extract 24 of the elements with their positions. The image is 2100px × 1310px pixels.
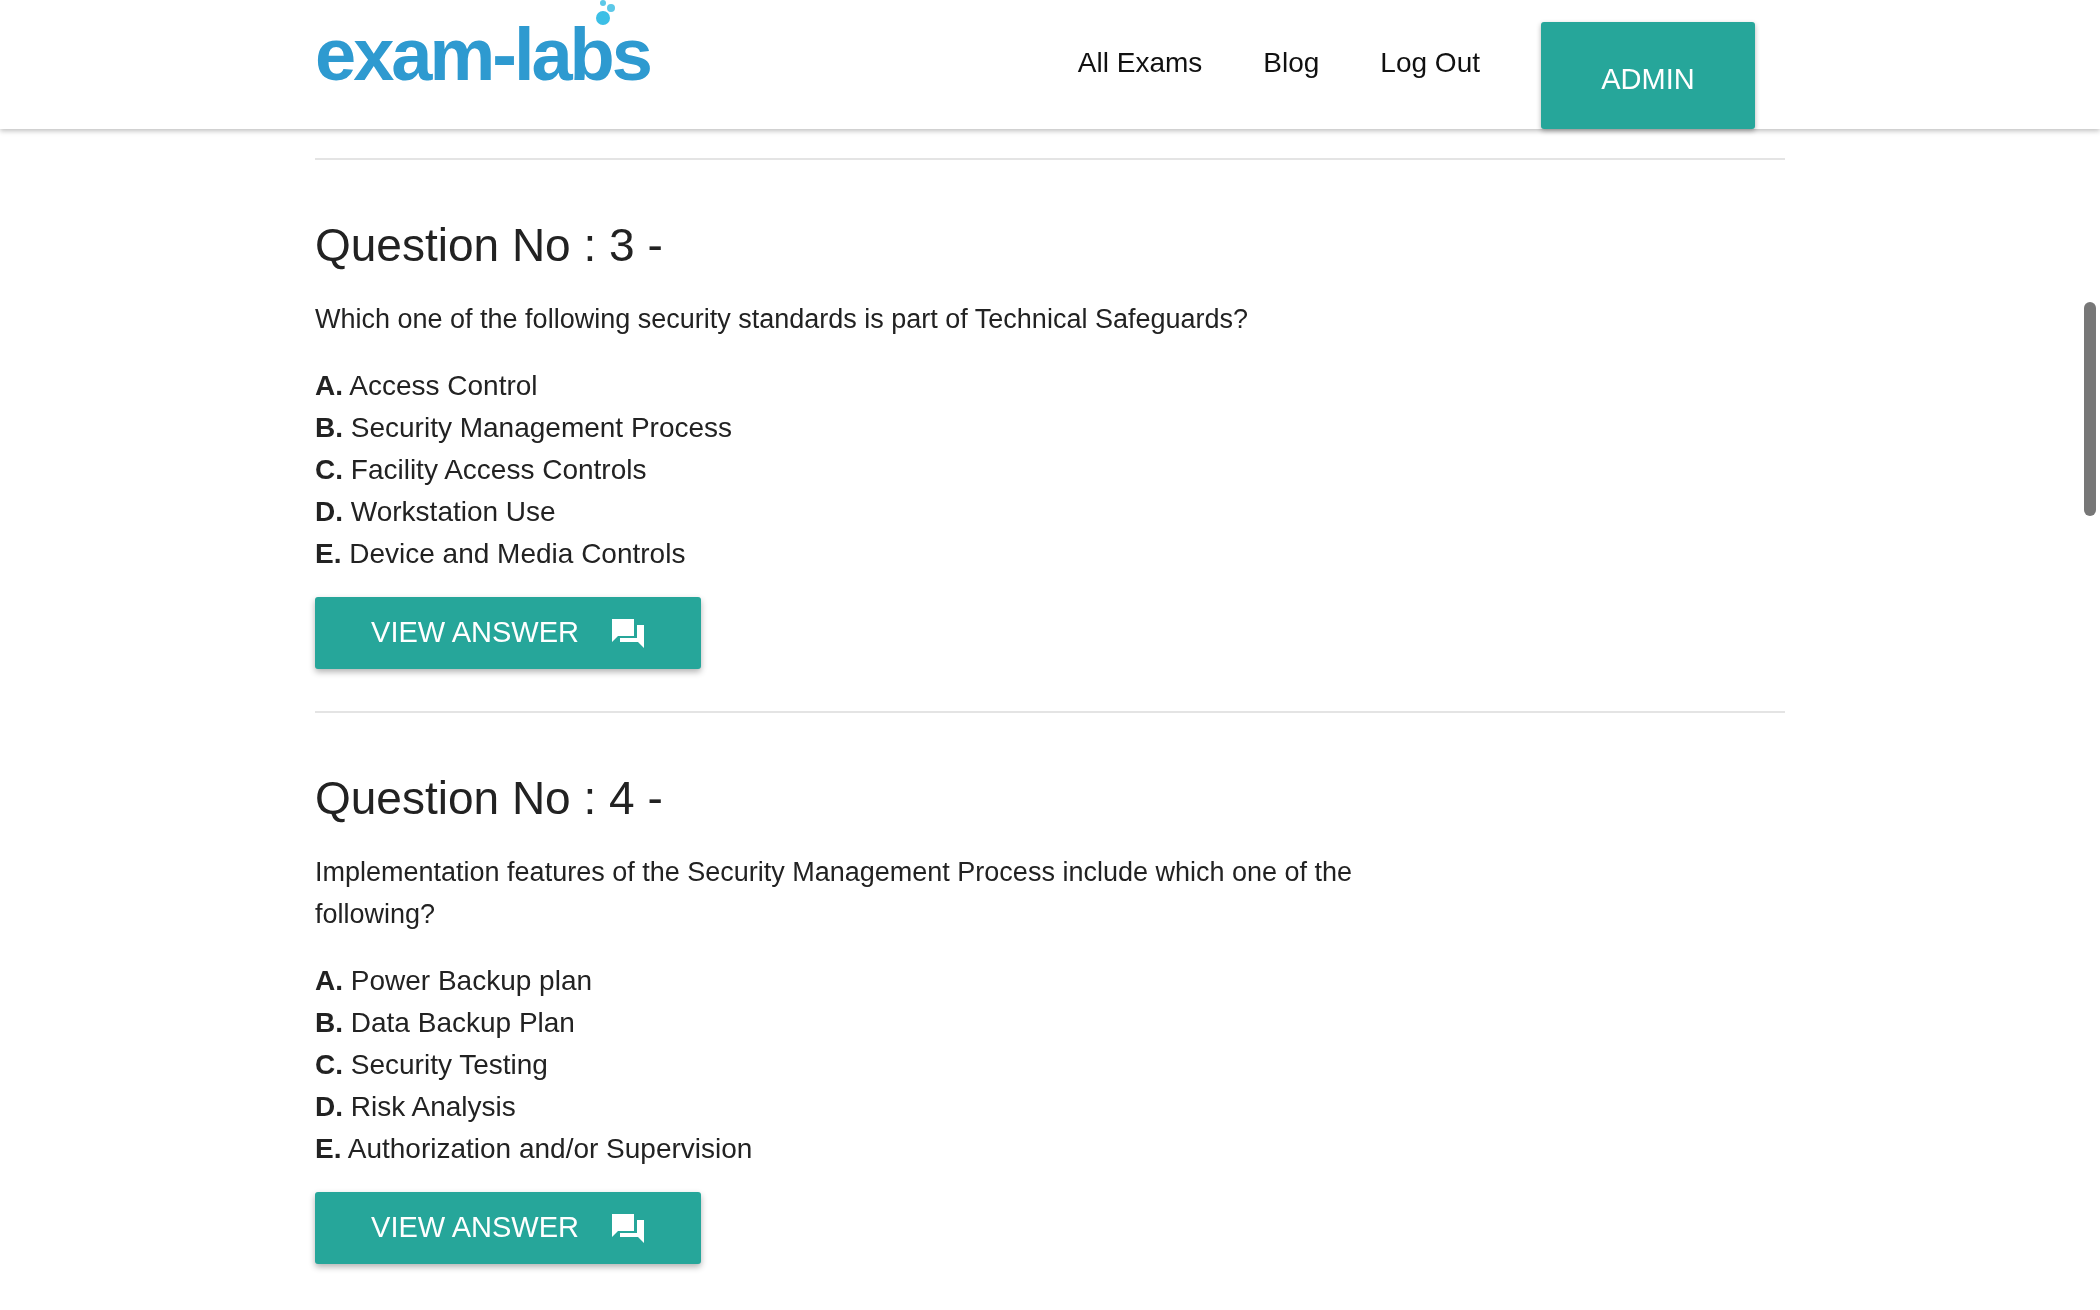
answer-option: B. Data Backup Plan (315, 1001, 575, 1044)
question-text: Which one of the following security standards is part of Technical Safeguards? (315, 303, 1250, 337)
answer-option: B. Security Management Process (315, 407, 733, 450)
answer-option: D. Workstation Use (315, 491, 556, 534)
view-answer-button[interactable]: VIEW ANSWER (315, 1191, 701, 1264)
admin-button[interactable]: ADMIN (1541, 22, 1755, 129)
logo[interactable]: exam-labs (315, 13, 650, 96)
answer-option: C. Security Testing (315, 1043, 548, 1086)
nav-link[interactable]: Log Out (1380, 42, 1480, 84)
question-title: Question No : 3 - (315, 218, 664, 273)
answer-option: D. Risk Analysis (315, 1085, 516, 1128)
answer-option: C. Facility Access Controls (315, 449, 647, 492)
scrollbar[interactable] (2084, 302, 2096, 516)
answer-option: A. Access Control (315, 365, 538, 408)
nav-link[interactable]: Blog (1263, 42, 1320, 84)
chat-icon (610, 618, 645, 649)
view-answer-button[interactable]: VIEW ANSWER (315, 597, 701, 670)
question-text: Implementation features of the Security Management Process include which one of the following? (315, 856, 1354, 932)
answer-option: E. Authorization and/or Supervision (315, 1127, 753, 1170)
nav-link[interactable]: All Exams (1077, 42, 1203, 84)
answer-option: A. Power Backup plan (315, 959, 593, 1002)
question-title: Question No : 4 - (315, 771, 664, 827)
answer-option: E. Device and Media Controls (315, 533, 686, 576)
chat-icon (610, 1212, 645, 1243)
